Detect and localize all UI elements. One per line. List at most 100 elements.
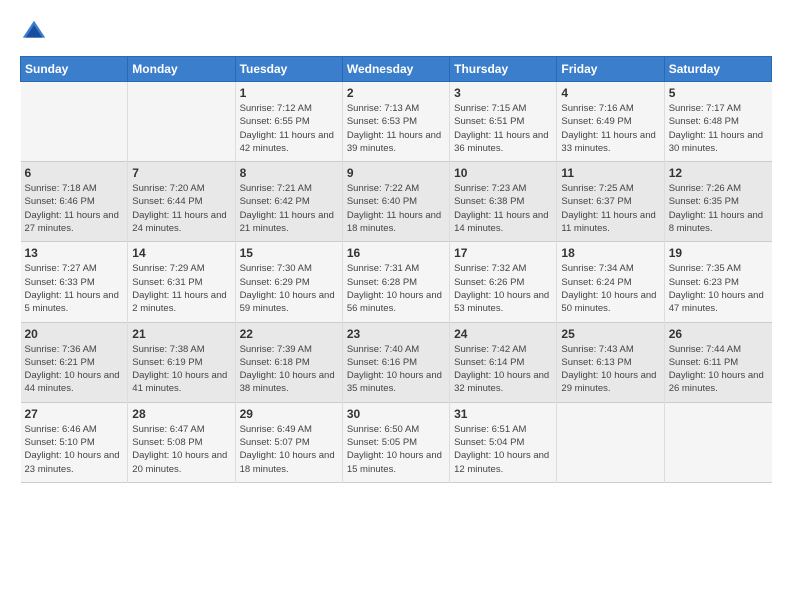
- calendar-cell: 13 Sunrise: 7:27 AM Sunset: 6:33 PM Dayli…: [21, 242, 128, 322]
- calendar-cell: 19 Sunrise: 7:35 AM Sunset: 6:23 PM Dayli…: [664, 242, 771, 322]
- day-info: Sunrise: 7:39 AM Sunset: 6:18 PM Dayligh…: [240, 343, 338, 396]
- calendar-cell: 15Sunrise: 7:30 AM Sunset: 6:29 PM Dayli…: [235, 242, 342, 322]
- day-info: Sunrise: 7:32 AM Sunset: 6:26 PM Dayligh…: [454, 262, 552, 315]
- weekday-header-tuesday: Tuesday: [235, 57, 342, 82]
- calendar-cell: 9 Sunrise: 7:22 AM Sunset: 6:40 PM Daylig…: [342, 162, 449, 242]
- calendar-cell: 14 Sunrise: 7:29 AM Sunset: 6:31 PM Dayli…: [128, 242, 235, 322]
- day-number: 23: [347, 327, 445, 341]
- calendar-cell: 10 Sunrise: 7:23 AM Sunset: 6:38 PM Dayli…: [450, 162, 557, 242]
- day-number: 27: [25, 407, 124, 421]
- day-number: 3: [454, 86, 552, 100]
- day-info: Sunrise: 7:23 AM Sunset: 6:38 PM Dayligh…: [454, 182, 552, 235]
- calendar-cell: 28 Sunrise: 6:47 AM Sunset: 5:08 PM Dayli…: [128, 402, 235, 482]
- day-number: 4: [561, 86, 659, 100]
- day-number: 16: [347, 246, 445, 260]
- calendar-table: SundayMondayTuesdayWednesdayThursdayFrid…: [20, 56, 772, 483]
- day-number: 19: [669, 246, 768, 260]
- day-info: Sunrise: 7:29 AM Sunset: 6:31 PM Dayligh…: [132, 262, 230, 315]
- calendar-cell: 6 Sunrise: 7:18 AM Sunset: 6:46 PM Daylig…: [21, 162, 128, 242]
- day-number: 28: [132, 407, 230, 421]
- day-info: Sunrise: 7:17 AM Sunset: 6:48 PM Dayligh…: [669, 102, 768, 155]
- weekday-header-wednesday: Wednesday: [342, 57, 449, 82]
- generalblue-logo-icon: [20, 18, 48, 46]
- day-number: 12: [669, 166, 768, 180]
- calendar-page: SundayMondayTuesdayWednesdayThursdayFrid…: [0, 0, 792, 493]
- calendar-week-row: 1 Sunrise: 7:12 AM Sunset: 6:55 PM Daylig…: [21, 82, 772, 162]
- calendar-cell: 7Sunrise: 7:20 AM Sunset: 6:44 PM Daylig…: [128, 162, 235, 242]
- calendar-cell: [664, 402, 771, 482]
- day-number: 6: [25, 166, 124, 180]
- day-number: 24: [454, 327, 552, 341]
- day-number: 25: [561, 327, 659, 341]
- calendar-cell: 18 Sunrise: 7:34 AM Sunset: 6:24 PM Dayli…: [557, 242, 664, 322]
- day-number: 21: [132, 327, 230, 341]
- day-number: 13: [25, 246, 124, 260]
- day-info: Sunrise: 6:47 AM Sunset: 5:08 PM Dayligh…: [132, 423, 230, 476]
- day-number: 30: [347, 407, 445, 421]
- calendar-body: 1 Sunrise: 7:12 AM Sunset: 6:55 PM Daylig…: [21, 82, 772, 483]
- day-info: Sunrise: 7:12 AM Sunset: 6:55 PM Dayligh…: [240, 102, 338, 155]
- calendar-cell: 1 Sunrise: 7:12 AM Sunset: 6:55 PM Daylig…: [235, 82, 342, 162]
- day-info: Sunrise: 7:13 AM Sunset: 6:53 PM Dayligh…: [347, 102, 445, 155]
- day-number: 5: [669, 86, 768, 100]
- calendar-cell: 4Sunrise: 7:16 AM Sunset: 6:49 PM Daylig…: [557, 82, 664, 162]
- calendar-cell: 23 Sunrise: 7:40 AM Sunset: 6:16 PM Dayli…: [342, 322, 449, 402]
- calendar-cell: 26 Sunrise: 7:44 AM Sunset: 6:11 PM Dayli…: [664, 322, 771, 402]
- header: [20, 18, 772, 46]
- day-number: 17: [454, 246, 552, 260]
- day-number: 11: [561, 166, 659, 180]
- calendar-cell: 16Sunrise: 7:31 AM Sunset: 6:28 PM Dayli…: [342, 242, 449, 322]
- day-number: 2: [347, 86, 445, 100]
- calendar-cell: [557, 402, 664, 482]
- day-info: Sunrise: 7:42 AM Sunset: 6:14 PM Dayligh…: [454, 343, 552, 396]
- day-info: Sunrise: 7:18 AM Sunset: 6:46 PM Dayligh…: [25, 182, 124, 235]
- weekday-header-sunday: Sunday: [21, 57, 128, 82]
- weekday-header-monday: Monday: [128, 57, 235, 82]
- calendar-cell: 3 Sunrise: 7:15 AM Sunset: 6:51 PM Daylig…: [450, 82, 557, 162]
- day-info: Sunrise: 6:50 AM Sunset: 5:05 PM Dayligh…: [347, 423, 445, 476]
- calendar-week-row: 6 Sunrise: 7:18 AM Sunset: 6:46 PM Daylig…: [21, 162, 772, 242]
- weekday-header-row: SundayMondayTuesdayWednesdayThursdayFrid…: [21, 57, 772, 82]
- day-number: 10: [454, 166, 552, 180]
- calendar-cell: 2 Sunrise: 7:13 AM Sunset: 6:53 PM Daylig…: [342, 82, 449, 162]
- day-number: 20: [25, 327, 124, 341]
- calendar-cell: 8Sunrise: 7:21 AM Sunset: 6:42 PM Daylig…: [235, 162, 342, 242]
- day-info: Sunrise: 7:40 AM Sunset: 6:16 PM Dayligh…: [347, 343, 445, 396]
- calendar-cell: 22Sunrise: 7:39 AM Sunset: 6:18 PM Dayli…: [235, 322, 342, 402]
- calendar-header: SundayMondayTuesdayWednesdayThursdayFrid…: [21, 57, 772, 82]
- calendar-cell: 27 Sunrise: 6:46 AM Sunset: 5:10 PM Dayli…: [21, 402, 128, 482]
- day-info: Sunrise: 7:34 AM Sunset: 6:24 PM Dayligh…: [561, 262, 659, 315]
- day-number: 1: [240, 86, 338, 100]
- calendar-cell: 12 Sunrise: 7:26 AM Sunset: 6:35 PM Dayli…: [664, 162, 771, 242]
- day-info: Sunrise: 7:22 AM Sunset: 6:40 PM Dayligh…: [347, 182, 445, 235]
- calendar-cell: 21 Sunrise: 7:38 AM Sunset: 6:19 PM Dayli…: [128, 322, 235, 402]
- calendar-cell: 25 Sunrise: 7:43 AM Sunset: 6:13 PM Dayli…: [557, 322, 664, 402]
- calendar-cell: 24 Sunrise: 7:42 AM Sunset: 6:14 PM Dayli…: [450, 322, 557, 402]
- day-info: Sunrise: 6:46 AM Sunset: 5:10 PM Dayligh…: [25, 423, 124, 476]
- day-number: 29: [240, 407, 338, 421]
- day-info: Sunrise: 7:21 AM Sunset: 6:42 PM Dayligh…: [240, 182, 338, 235]
- day-info: Sunrise: 7:27 AM Sunset: 6:33 PM Dayligh…: [25, 262, 124, 315]
- day-info: Sunrise: 7:44 AM Sunset: 6:11 PM Dayligh…: [669, 343, 768, 396]
- day-info: Sunrise: 7:26 AM Sunset: 6:35 PM Dayligh…: [669, 182, 768, 235]
- day-number: 14: [132, 246, 230, 260]
- calendar-cell: [21, 82, 128, 162]
- calendar-cell: [128, 82, 235, 162]
- calendar-cell: 20Sunrise: 7:36 AM Sunset: 6:21 PM Dayli…: [21, 322, 128, 402]
- day-info: Sunrise: 7:38 AM Sunset: 6:19 PM Dayligh…: [132, 343, 230, 396]
- day-info: Sunrise: 7:35 AM Sunset: 6:23 PM Dayligh…: [669, 262, 768, 315]
- logo: [20, 18, 52, 46]
- day-number: 15: [240, 246, 338, 260]
- calendar-cell: 5 Sunrise: 7:17 AM Sunset: 6:48 PM Daylig…: [664, 82, 771, 162]
- calendar-cell: 11Sunrise: 7:25 AM Sunset: 6:37 PM Dayli…: [557, 162, 664, 242]
- day-number: 9: [347, 166, 445, 180]
- calendar-week-row: 13 Sunrise: 7:27 AM Sunset: 6:33 PM Dayli…: [21, 242, 772, 322]
- day-number: 31: [454, 407, 552, 421]
- day-info: Sunrise: 7:15 AM Sunset: 6:51 PM Dayligh…: [454, 102, 552, 155]
- day-info: Sunrise: 7:20 AM Sunset: 6:44 PM Dayligh…: [132, 182, 230, 235]
- weekday-header-thursday: Thursday: [450, 57, 557, 82]
- weekday-header-saturday: Saturday: [664, 57, 771, 82]
- day-number: 26: [669, 327, 768, 341]
- day-info: Sunrise: 7:43 AM Sunset: 6:13 PM Dayligh…: [561, 343, 659, 396]
- day-number: 18: [561, 246, 659, 260]
